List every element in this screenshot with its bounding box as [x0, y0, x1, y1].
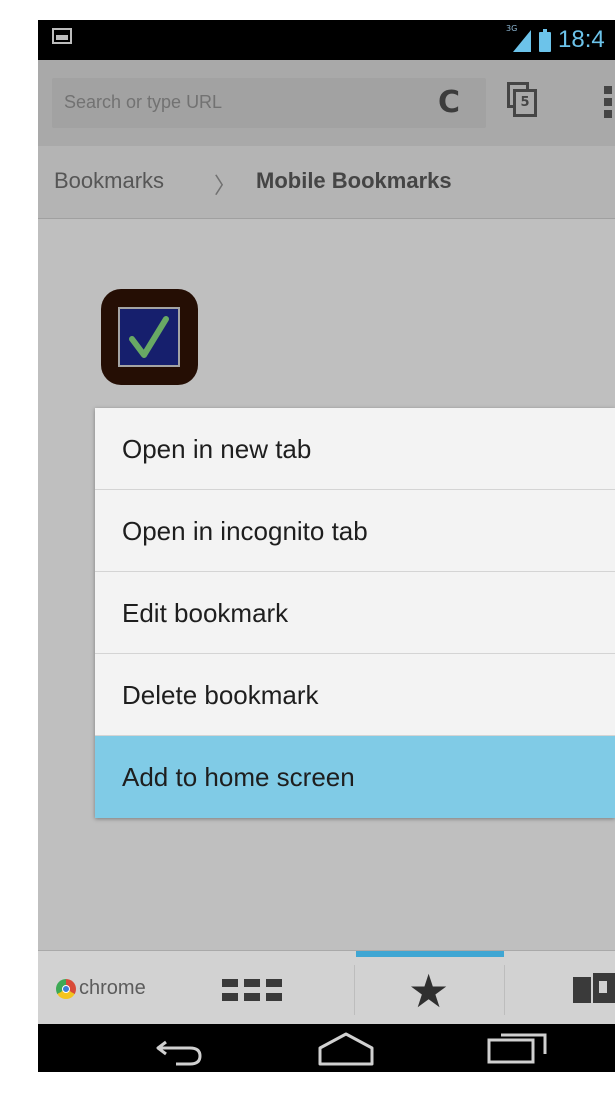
- tab-divider: [354, 965, 355, 1015]
- most-visited-grid-icon[interactable]: [222, 979, 282, 1001]
- home-icon[interactable]: [316, 1032, 376, 1066]
- back-icon[interactable]: [148, 1024, 208, 1072]
- menu-item-open-new-tab[interactable]: Open in new tab: [95, 408, 615, 490]
- chrome-logo-icon: [56, 979, 76, 999]
- menu-item-open-incognito-tab[interactable]: Open in incognito tab: [95, 490, 615, 572]
- status-time: 18:4: [558, 26, 605, 53]
- chrome-brand-label: chrome: [79, 977, 146, 999]
- navigation-bar: [38, 1024, 615, 1072]
- bottom-tab-bar: chrome ★: [38, 950, 615, 1025]
- tab-divider: [504, 965, 505, 1015]
- tab-bookmarks[interactable]: ★: [356, 951, 504, 1025]
- signal-icon: [513, 30, 531, 52]
- context-menu: Open in new tab Open in incognito tab Ed…: [95, 408, 615, 818]
- phone-screen: 3G 18:4 Search or type URL C 5 Bookmarks…: [38, 20, 615, 1072]
- menu-item-delete-bookmark[interactable]: Delete bookmark: [95, 654, 615, 736]
- bookmark-star-icon: ★: [408, 964, 450, 1018]
- recent-apps-icon[interactable]: [485, 1030, 551, 1066]
- menu-item-add-to-home-screen[interactable]: Add to home screen: [95, 736, 615, 818]
- image-notification-icon: [52, 28, 72, 44]
- battery-icon: [539, 29, 551, 52]
- menu-item-edit-bookmark[interactable]: Edit bookmark: [95, 572, 615, 654]
- other-devices-icon[interactable]: [573, 973, 615, 1005]
- status-bar: 3G 18:4: [38, 20, 615, 60]
